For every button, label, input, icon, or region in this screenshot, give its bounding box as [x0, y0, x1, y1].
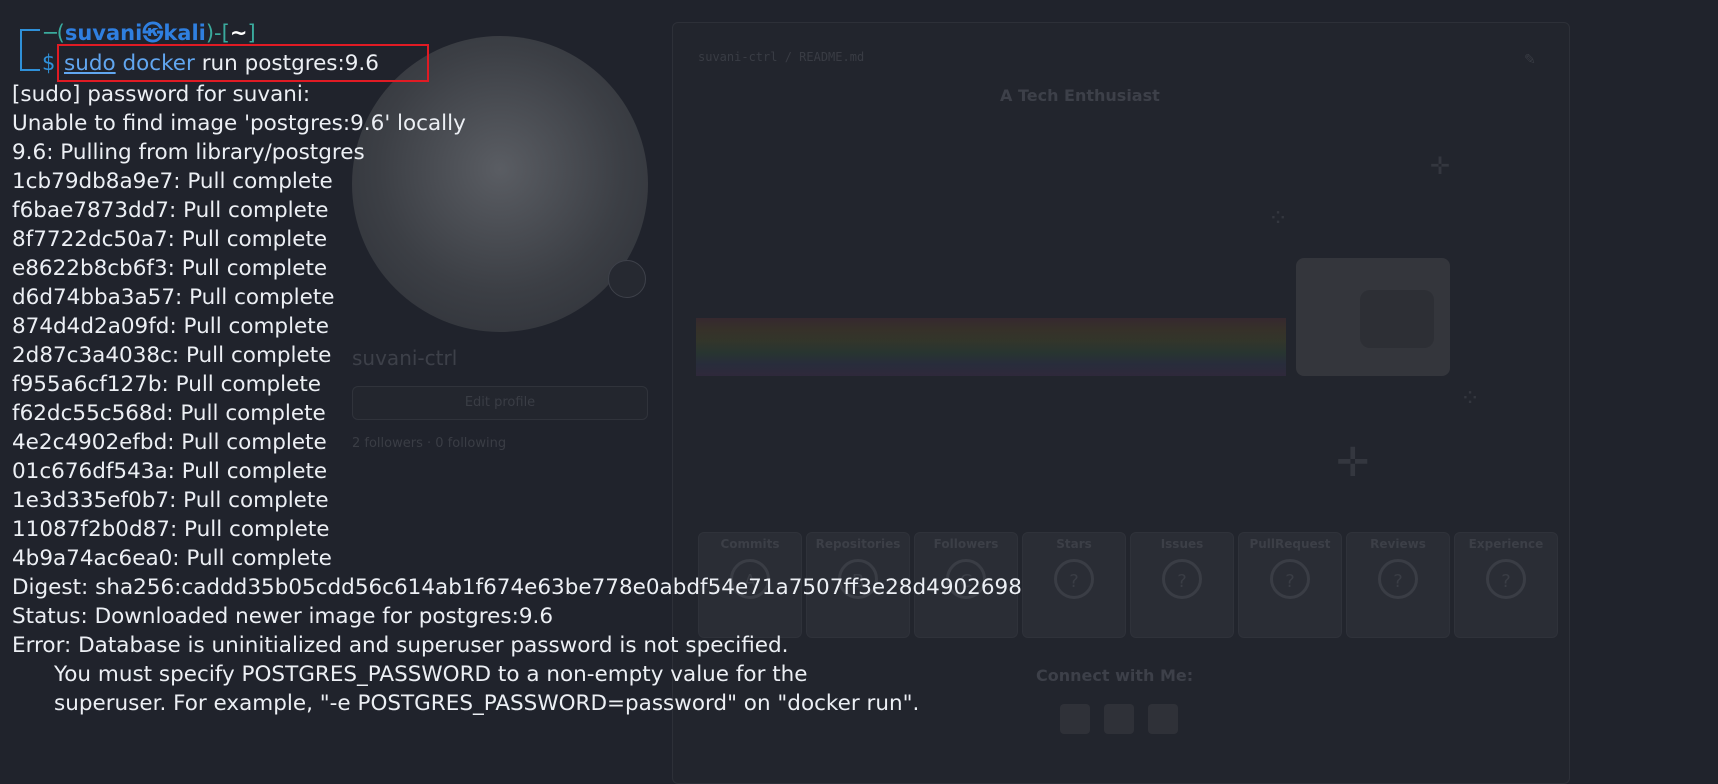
output-line: [sudo] password for suvani: — [12, 82, 311, 107]
output-line: f6bae7873dd7: Pull complete — [12, 198, 329, 223]
error-detail-line: superuser. For example, "-e POSTGRES_PAS… — [54, 691, 920, 716]
output-line: f62dc55c568d: Pull complete — [12, 401, 326, 426]
output-line: Digest: sha256:caddd35b05cdd56c614ab1f67… — [12, 575, 1022, 600]
prompt-cwd: ~ — [229, 21, 248, 45]
prompt-frame — [20, 29, 40, 71]
output-line: 1cb79db8a9e7: Pull complete — [12, 169, 333, 194]
output-line: 1e3d335ef0b7: Pull complete — [12, 488, 329, 513]
output-line: Status: Downloaded newer image for postg… — [12, 604, 554, 629]
output-line: 2d87c3a4038c: Pull complete — [12, 343, 332, 368]
output-line: d6d74bba3a57: Pull complete — [12, 285, 335, 310]
error-detail-line: You must specify POSTGRES_PASSWORD to a … — [54, 662, 808, 687]
prompt-host: kali — [163, 21, 206, 45]
output-line: Unable to find image 'postgres:9.6' loca… — [12, 111, 466, 136]
command-highlight-box — [57, 44, 429, 82]
prompt-dollar: $ — [42, 51, 56, 75]
error-line: Error: Database is uninitialized and sup… — [12, 633, 789, 658]
output-line: 9.6: Pulling from library/postgres — [12, 140, 365, 165]
output-line: 4e2c4902efbd: Pull complete — [12, 430, 327, 455]
output-line: 11087f2b0d87: Pull complete — [12, 517, 330, 542]
prompt-user: suvani — [64, 21, 143, 45]
output-line: 01c676df543a: Pull complete — [12, 459, 328, 484]
output-line: 874d4d2a09fd: Pull complete — [12, 314, 329, 339]
output-line: f955a6cf127b: Pull complete — [12, 372, 322, 397]
terminal-window[interactable]: ─(suvani㉿kali)-[~] $ sudo docker run pos… — [0, 0, 1718, 770]
output-line: 8f7722dc50a7: Pull complete — [12, 227, 328, 252]
kali-at-icon: ㉿ — [142, 21, 164, 45]
output-line: 4b9a74ac6ea0: Pull complete — [12, 546, 332, 571]
output-line: e8622b8cb6f3: Pull complete — [12, 256, 328, 281]
